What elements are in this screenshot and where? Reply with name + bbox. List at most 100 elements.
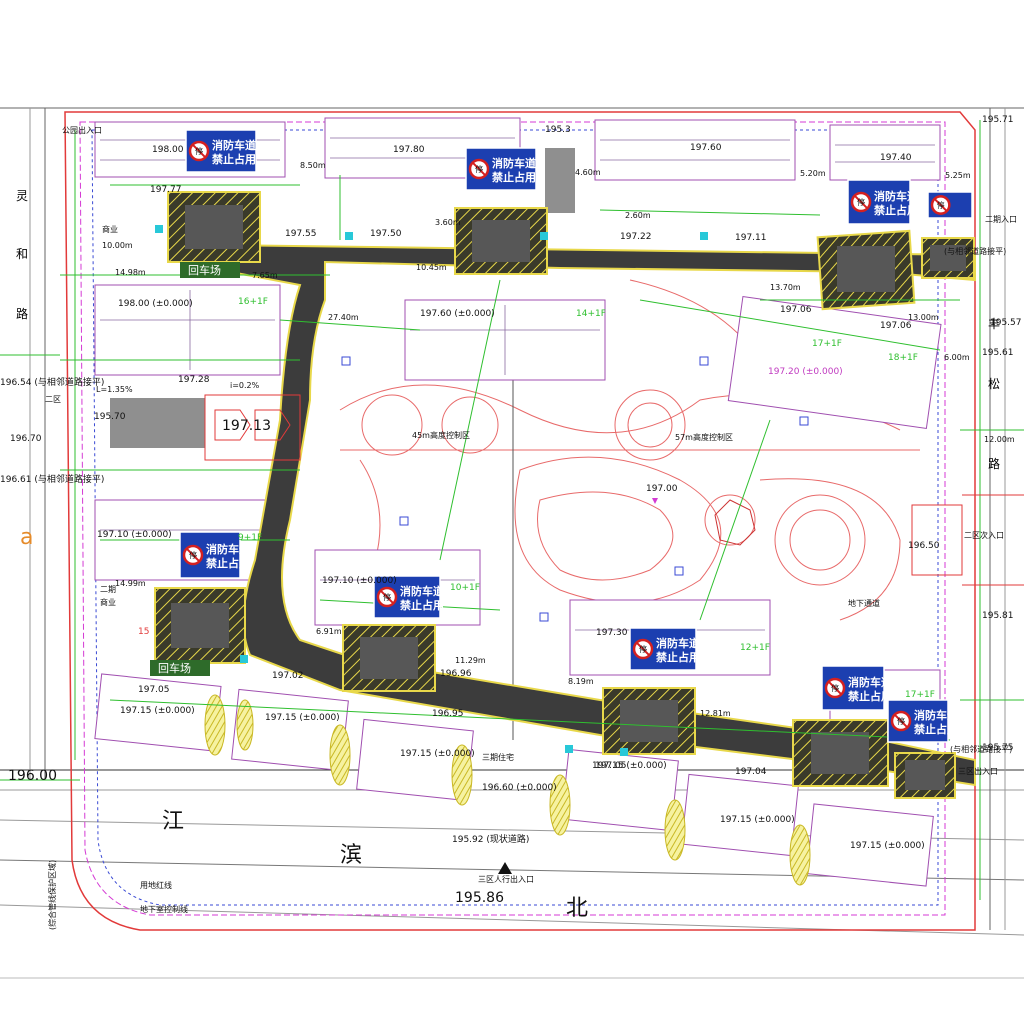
elev-197-15-f: 197.15 (±0.000) bbox=[850, 841, 925, 851]
elev-197-13: 197.13 bbox=[222, 418, 271, 434]
fire-sign-line1: 消防车道 bbox=[492, 156, 536, 170]
turnaround-label-1: 回车场 bbox=[188, 263, 221, 277]
note-slope: L=1.35% bbox=[96, 385, 133, 394]
dim-12-00: 12.00m bbox=[984, 435, 1015, 444]
road-east-3: 路 bbox=[988, 456, 1000, 471]
fire-lane-sign: 停消防车道禁止占用 bbox=[185, 129, 257, 173]
elev-197-55: 197.55 bbox=[285, 229, 317, 239]
road-bei: 北 bbox=[566, 896, 588, 921]
elev-196-95: 196.95 bbox=[432, 709, 464, 719]
dim-5-20: 5.20m bbox=[800, 169, 826, 178]
floors-14: 14+1F bbox=[576, 309, 606, 319]
elev-195-57: 195.57 bbox=[990, 318, 1022, 328]
fire-lane-sign: 停 bbox=[927, 191, 973, 219]
note-level-1: (与相邻道路接平) bbox=[944, 246, 1006, 256]
note-zone3-ped: 三区人行出入口 bbox=[478, 874, 534, 884]
fire-sign-line2: 禁止占用 bbox=[206, 556, 250, 570]
fire-sign-line1: 消防车道 bbox=[400, 584, 444, 598]
note-level-2: (与相邻道路接平) bbox=[950, 744, 1012, 754]
elev-196-54: 196.54 (与相邻道路接平) bbox=[0, 376, 104, 388]
turnaround-label-2: 回车场 bbox=[158, 661, 191, 675]
elev-196-61: 196.61 (与相邻道路接平) bbox=[0, 473, 104, 485]
note-underground: 地下通道 bbox=[848, 598, 880, 608]
note-pipe-zone: (综合管线保护区域) bbox=[47, 860, 57, 930]
elev-197-28: 197.28 bbox=[178, 375, 210, 385]
east-annex bbox=[545, 148, 575, 213]
note-basement-line: 地下室控制线 bbox=[140, 904, 188, 914]
elev-197-60: 197.60 bbox=[690, 143, 722, 153]
elev-197-04: 197.04 bbox=[735, 767, 767, 777]
no-parking-symbol: 停 bbox=[937, 200, 945, 210]
note-grade: i=0.2% bbox=[230, 381, 260, 390]
fire-sign-line1: 消防车道 bbox=[914, 708, 958, 722]
no-parking-symbol: 停 bbox=[897, 716, 905, 726]
elev-197-40: 197.40 bbox=[880, 153, 912, 163]
note-zone3-entry: 三区出入口 bbox=[958, 766, 998, 776]
elev-195-92: 195.92 (现状道路) bbox=[452, 833, 529, 845]
floors-9: 9+1F bbox=[238, 533, 262, 543]
floors-12: 12+1F bbox=[740, 643, 770, 653]
dim-27-40: 27.40m bbox=[328, 313, 359, 322]
fire-sign-line2: 禁止占用 bbox=[400, 598, 444, 612]
elev-197-15-a: 197.15 (±0.000) bbox=[120, 706, 195, 716]
elev-196-70: 196.70 bbox=[10, 434, 42, 444]
elev-197-00: 197.00 bbox=[646, 484, 678, 494]
fire-sign-line1: 消防车道 bbox=[656, 636, 700, 650]
elev-197-77: 197.77 bbox=[150, 185, 182, 195]
note-zone2: 二区 bbox=[45, 395, 61, 404]
road-west-1: 灵 bbox=[16, 189, 28, 203]
dim-4-60: 4.60m bbox=[575, 168, 601, 177]
road-bin: 滨 bbox=[340, 843, 362, 868]
floors-18: 18+1F bbox=[888, 353, 918, 363]
road-west-3: 路 bbox=[16, 306, 28, 321]
fire-sign-line2: 禁止占用 bbox=[874, 203, 918, 217]
note-phase2: 二期 bbox=[100, 585, 116, 594]
elev-195-81: 195.81 bbox=[982, 611, 1014, 621]
no-parking-symbol: 停 bbox=[189, 550, 197, 560]
site-plan-drawing: 停消防车道禁止占用停 消防车道禁止占用停 消防车道禁止占用 停停 消防车道禁止占用停 消防… bbox=[0, 0, 1024, 1024]
note-57m: 57m高度控制区 bbox=[675, 432, 733, 442]
floors-15: 15 bbox=[138, 627, 149, 637]
dim-12-81: 12.81m bbox=[700, 709, 731, 718]
dim-13-00: 13.00m bbox=[908, 313, 939, 322]
elev-195-70: 195.70 bbox=[94, 412, 126, 422]
west-annex bbox=[110, 398, 205, 448]
elev-196-96: 196.96 bbox=[440, 669, 472, 679]
fire-sign-line1: 消防车道 bbox=[848, 675, 892, 689]
note-park-entry: 公园出入口 bbox=[62, 125, 102, 135]
floors-10: 10+1F bbox=[450, 583, 480, 593]
elev-197-15-d: 197.15 (±0.000) bbox=[592, 761, 667, 771]
dim-3-60: 3.60m bbox=[435, 218, 461, 227]
no-parking-symbol: 停 bbox=[639, 644, 647, 654]
note-45m: 45m高度控制区 bbox=[412, 430, 470, 440]
fire-sign-line2: 禁止占用 bbox=[914, 722, 958, 736]
elev-198-00-base: 198.00 (±0.000) bbox=[118, 299, 193, 309]
road-west-2: 和 bbox=[16, 247, 28, 261]
note-phase3-res: 三期住宅 bbox=[482, 752, 514, 762]
road-jiang: 江 bbox=[162, 809, 184, 834]
elev-197-60-base: 197.60 (±0.000) bbox=[420, 309, 495, 319]
note-commercial-2: 商业 bbox=[100, 597, 116, 607]
dim-14-99: 14.99m bbox=[115, 579, 146, 588]
fire-sign-line1: 消防车道 bbox=[874, 189, 918, 203]
fire-lane-sign: 停消防车道禁止占用 bbox=[821, 665, 892, 711]
dim-7-65: 7.65m bbox=[252, 271, 278, 280]
elev-197-11: 197.11 bbox=[735, 233, 767, 243]
elev-197-15-b: 197.15 (±0.000) bbox=[265, 713, 340, 723]
dim-6-91: 6.91m bbox=[316, 627, 342, 636]
dim-10-45: 10.45m bbox=[416, 263, 447, 272]
elev-197-06-b: 197.06 bbox=[880, 321, 912, 331]
elev-196-00: 196.00 bbox=[8, 768, 57, 784]
fire-lane-sign: 停消防车道禁止占用 bbox=[847, 179, 918, 225]
note-phase2-entry: 二期入口 bbox=[985, 215, 1017, 224]
corner-mark: a bbox=[20, 525, 33, 550]
note-red-line: 用地红线 bbox=[140, 880, 172, 890]
elev-196-50: 196.50 bbox=[908, 541, 940, 551]
elev-195-3: 195.3 bbox=[545, 125, 571, 135]
elev-195-71: 195.71 bbox=[982, 115, 1014, 125]
dim-11-29: 11.29m bbox=[455, 656, 486, 665]
elev-195-86: 195.86 bbox=[455, 890, 504, 906]
floors-17-b: 17+1F bbox=[905, 690, 935, 700]
elev-197-22: 197.22 bbox=[620, 232, 652, 242]
dim-5-25: 5.25m bbox=[945, 171, 971, 180]
